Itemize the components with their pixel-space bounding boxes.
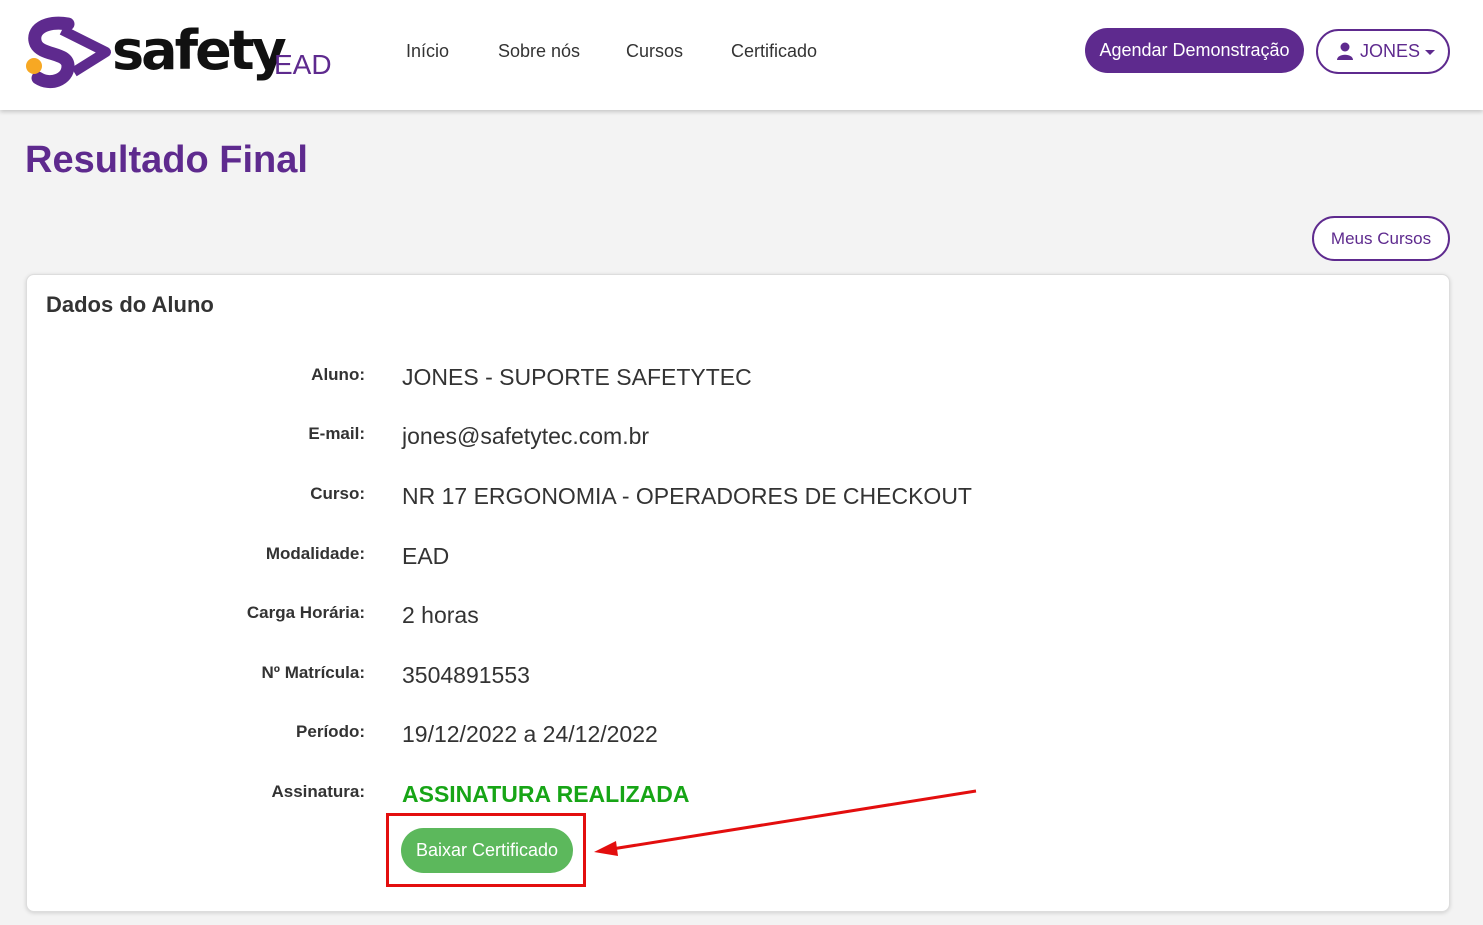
field-value: 19/12/2022 a 24/12/2022 xyxy=(402,721,658,747)
chevron-down-icon xyxy=(1425,50,1435,55)
field-row-aluno: Aluno: JONES - SUPORTE SAFETYTEC xyxy=(27,364,1451,394)
nav-item-inicio[interactable]: Início xyxy=(406,40,449,62)
field-value: 2 horas xyxy=(402,602,479,628)
field-row-email: E-mail: jones@safetytec.com.br xyxy=(27,423,1451,453)
field-value: jones@safetytec.com.br xyxy=(402,423,650,449)
nav-item-sobre-nos[interactable]: Sobre nós xyxy=(498,40,580,62)
field-label: Assinatura: xyxy=(271,782,365,801)
field-value: 3504891553 xyxy=(402,662,530,688)
field-row-matricula: Nº Matrícula: 3504891553 xyxy=(27,662,1451,692)
field-value: NR 17 ERGONOMIA - OPERADORES DE CHECKOUT xyxy=(402,483,972,509)
field-label: Período: xyxy=(296,722,365,741)
nav-item-certificado[interactable]: Certificado xyxy=(731,40,817,62)
field-row-periodo: Período: 19/12/2022 a 24/12/2022 xyxy=(27,721,1451,751)
field-label: Modalidade: xyxy=(265,544,365,563)
site-header: safety EAD Início Sobre nós Cursos Certi… xyxy=(0,0,1483,110)
field-label: Nº Matrícula: xyxy=(261,663,365,682)
safety-ead-logo[interactable]: safety EAD xyxy=(24,16,334,96)
download-certificate-button[interactable]: Baixar Certificado xyxy=(401,828,573,873)
field-row-curso: Curso: NR 17 ERGONOMIA - OPERADORES DE C… xyxy=(27,483,1451,513)
logo-s-icon xyxy=(26,16,111,88)
field-row-carga-horaria: Carga Horária: 2 horas xyxy=(27,602,1451,632)
field-label: Aluno: xyxy=(311,365,365,384)
field-value: EAD xyxy=(402,543,450,569)
user-name-label: JONES xyxy=(1360,41,1421,61)
field-label: Carga Horária: xyxy=(246,603,365,622)
page-title: Resultado Final xyxy=(25,139,308,181)
schedule-demo-button[interactable]: Agendar Demonstração xyxy=(1085,28,1304,73)
card-title: Dados do Aluno xyxy=(46,292,214,317)
logo-wordmark: safety xyxy=(112,19,287,82)
nav-item-cursos[interactable]: Cursos xyxy=(626,40,683,62)
field-label: E-mail: xyxy=(308,424,365,443)
field-value: JONES - SUPORTE SAFETYTEC xyxy=(402,364,752,390)
user-menu-button[interactable]: JONES xyxy=(1316,29,1450,74)
logo-suffix: EAD xyxy=(274,49,332,80)
user-icon xyxy=(1337,42,1353,60)
arrow-annotation xyxy=(594,789,977,856)
field-label: Curso: xyxy=(310,484,365,503)
my-courses-button[interactable]: Meus Cursos xyxy=(1312,216,1450,261)
field-row-modalidade: Modalidade: EAD xyxy=(27,543,1451,573)
